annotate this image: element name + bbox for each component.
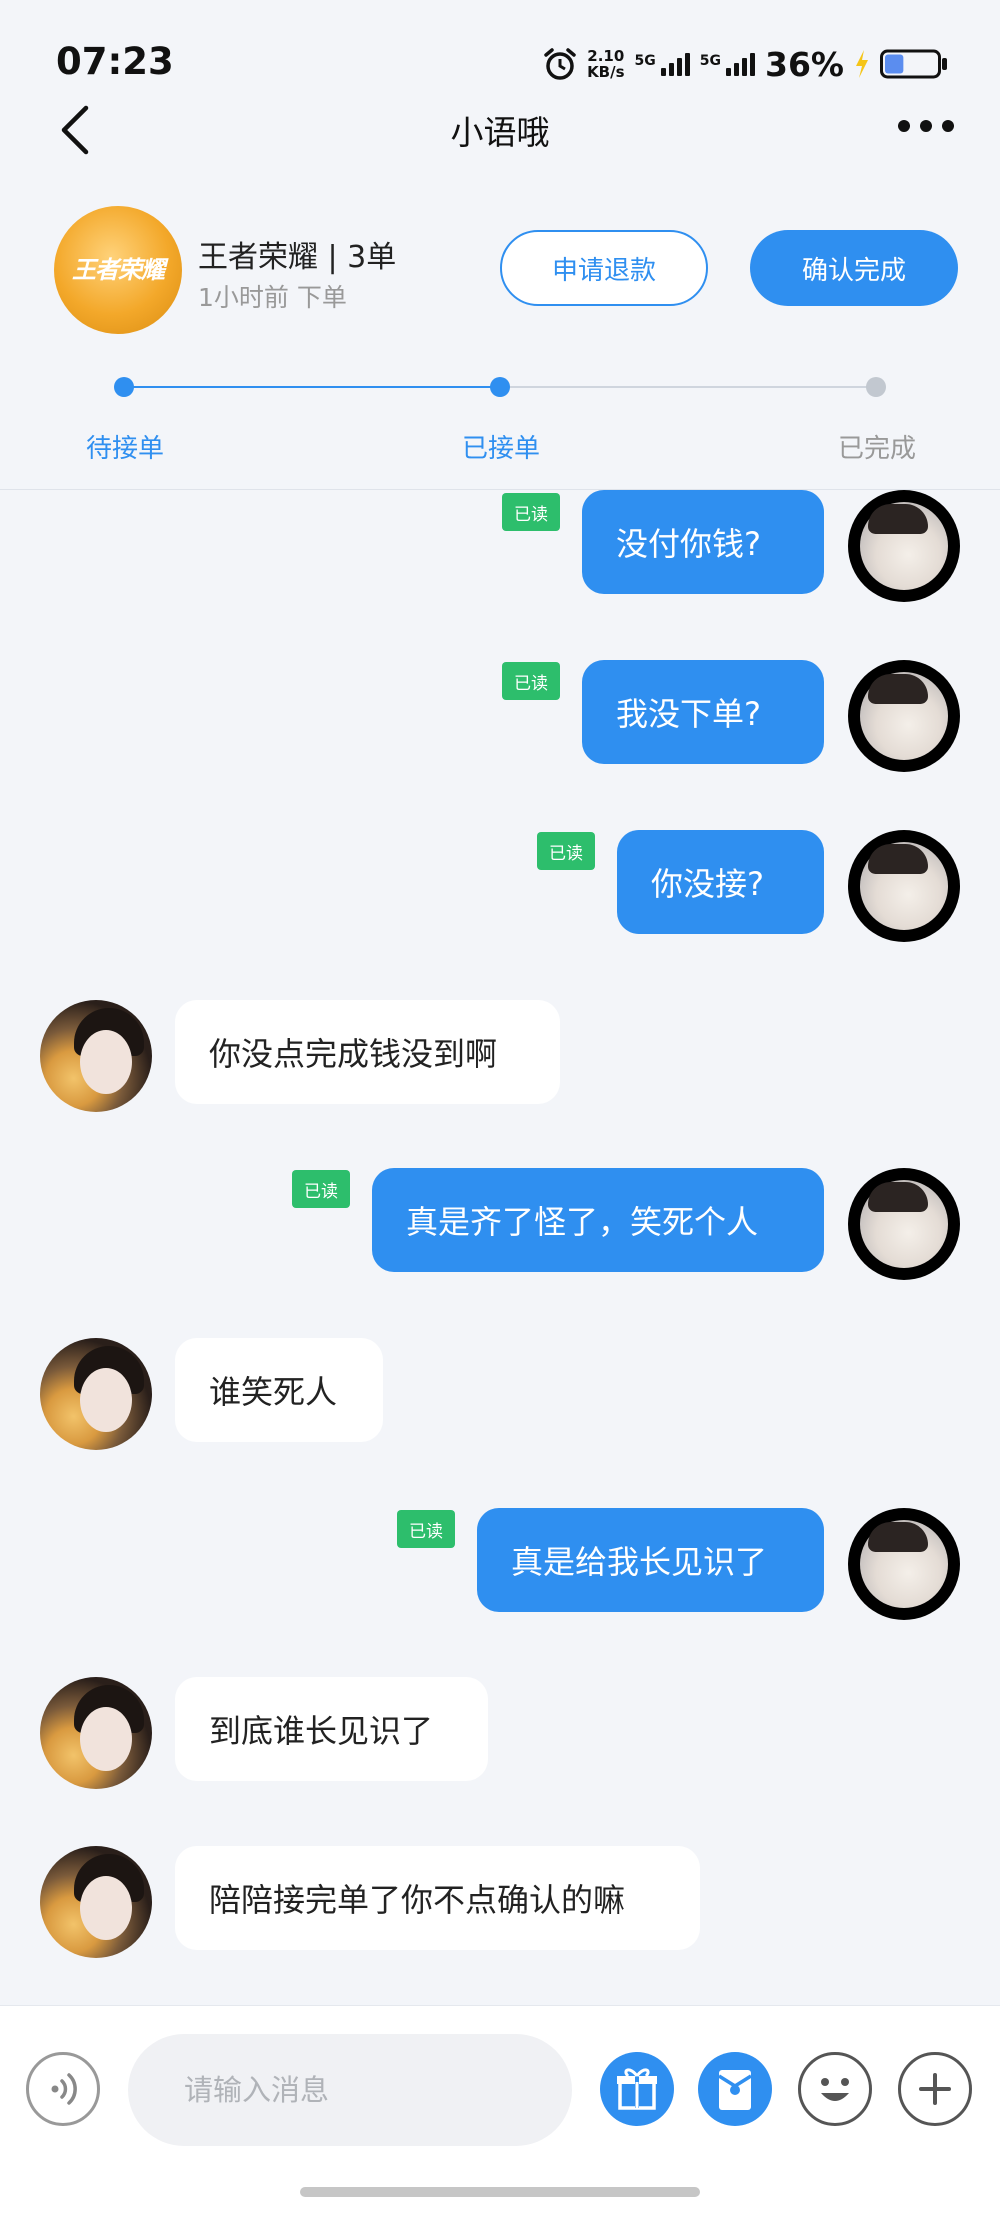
status-bar: 07:23 2.10 KB/s 5G 5G 36%	[0, 0, 1000, 110]
my-avatar[interactable]	[848, 1168, 960, 1280]
message-bubble-received[interactable]: 你没点完成钱没到啊	[175, 1000, 560, 1104]
order-card: 王者荣耀 王者荣耀 | 3单 1小时前 下单 申请退款 确认完成 待接单 已接单…	[0, 190, 1000, 490]
my-avatar[interactable]	[848, 830, 960, 942]
signal-sim2-icon: 5G	[700, 52, 755, 76]
gift-button[interactable]	[600, 2052, 674, 2126]
read-badge: 已读	[292, 1170, 350, 1208]
contact-avatar[interactable]	[40, 1000, 152, 1112]
step-label-accepted: 已接单	[462, 434, 541, 464]
step-label-waiting: 待接单	[86, 434, 165, 464]
red-packet-icon	[718, 2070, 752, 2110]
read-badge: 已读	[502, 493, 560, 531]
step-dot-completed	[866, 377, 886, 397]
contact-avatar[interactable]	[40, 1338, 152, 1450]
step-dot-accepted	[490, 377, 510, 397]
my-avatar[interactable]	[848, 660, 960, 772]
charging-bolt-icon	[856, 50, 868, 78]
plus-icon	[919, 2073, 951, 2105]
message-input[interactable]	[128, 2034, 572, 2146]
message-bubble-received[interactable]: 陪陪接完单了你不点确认的嘛	[175, 1846, 700, 1950]
message-bubble-sent[interactable]: 没付你钱?	[582, 490, 824, 594]
alarm-icon	[544, 48, 576, 80]
my-avatar[interactable]	[848, 490, 960, 602]
my-avatar[interactable]	[848, 1508, 960, 1620]
step-label-completed: 已完成	[838, 434, 917, 464]
refund-button[interactable]: 申请退款	[500, 230, 708, 306]
signal-sim1-icon: 5G	[635, 52, 690, 76]
gift-icon	[617, 2068, 657, 2110]
progress-line-done	[124, 386, 500, 388]
step-dot-waiting	[114, 377, 134, 397]
emoji-icon	[821, 2078, 849, 2101]
progress-line-pending	[500, 386, 876, 388]
message-bubble-sent[interactable]: 我没下单?	[582, 660, 824, 764]
network-speed: 2.10 KB/s	[587, 47, 625, 81]
chat-title: 小语哦	[450, 113, 550, 152]
status-time: 07:23	[56, 40, 174, 83]
more-actions-button[interactable]	[898, 2052, 972, 2126]
read-badge: 已读	[537, 832, 595, 870]
voice-button[interactable]	[26, 2052, 100, 2126]
voice-icon	[51, 2073, 77, 2105]
message-bubble-sent[interactable]: 真是齐了怪了，笑死个人	[372, 1168, 824, 1272]
message-bubble-received[interactable]: 到底谁长见识了	[175, 1677, 488, 1781]
status-icons: 2.10 KB/s 5G 5G 36%	[543, 44, 948, 84]
message-bubble-sent[interactable]: 你没接?	[617, 830, 824, 934]
read-badge: 已读	[502, 662, 560, 700]
more-options-icon[interactable]	[896, 116, 956, 136]
confirm-complete-button[interactable]: 确认完成	[750, 230, 958, 306]
order-game-name: 王者荣耀 | 3单	[198, 240, 397, 275]
chat-header: 小语哦	[0, 96, 1000, 162]
red-packet-button[interactable]	[698, 2052, 772, 2126]
home-indicator[interactable]	[300, 2187, 700, 2197]
order-time: 1小时前 下单	[198, 283, 347, 312]
contact-avatar[interactable]	[40, 1677, 152, 1789]
contact-avatar[interactable]	[40, 1846, 152, 1958]
emoji-button[interactable]	[798, 2052, 872, 2126]
game-logo: 王者荣耀	[54, 206, 182, 334]
message-bubble-sent[interactable]: 真是给我长见识了	[477, 1508, 824, 1612]
read-badge: 已读	[397, 1510, 455, 1548]
battery-percent: 36%	[765, 44, 844, 84]
battery-icon	[880, 49, 947, 79]
message-bubble-received[interactable]: 谁笑死人	[175, 1338, 383, 1442]
